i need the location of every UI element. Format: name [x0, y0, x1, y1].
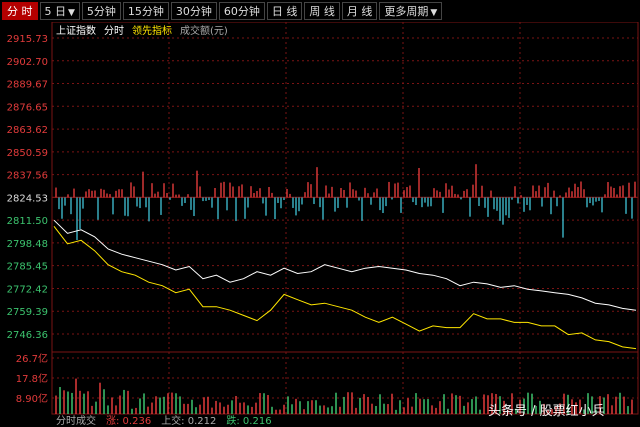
period-tab-7[interactable]: 周 线	[304, 2, 340, 20]
period-tab-9[interactable]: 更多周期 ▼	[379, 2, 443, 20]
period-tab-3[interactable]: 15分钟	[122, 2, 169, 20]
chart-frame	[51, 22, 639, 415]
leading-indicator-bars	[55, 164, 636, 241]
period-tab-label: 5 日	[44, 5, 67, 18]
price-tick-label: 2785.45	[7, 262, 48, 273]
period-toolbar: 分 时5 日 ▼ 5分钟 15分钟 30分钟 60分钟日 线周 线月 线更多周期 ▼	[0, 0, 640, 22]
bottom-info: 分时成交 涨: 0.236 上交: 0.212 跌: 0.216	[56, 412, 272, 427]
watermark: 头条号 / 股票红小兵	[488, 404, 605, 419]
price-tick-label: 2850.59	[7, 148, 48, 159]
price-tick-label: 2837.56	[7, 171, 48, 182]
price-tick-label: 2772.42	[7, 284, 48, 295]
price-lines	[53, 219, 637, 350]
price-axis-labels: 2915.73 2902.70 2889.67 2876.65 2863.62 2850.…	[7, 34, 48, 341]
dropdown-arrow-icon: ▼	[430, 8, 438, 18]
period-tab-label: 周 线	[309, 5, 335, 18]
price-tick-label: 2759.39	[7, 307, 48, 318]
volume-axis-labels: 26.7亿 17.8亿 8.90亿	[16, 352, 48, 405]
volume-tick-label: 17.8亿	[16, 372, 48, 385]
price-tick-label: 2915.73	[7, 34, 48, 45]
price-tick-label: 2798.48	[7, 239, 48, 250]
trade-info-d: 跌: 0.216	[226, 416, 272, 427]
average-line	[53, 225, 637, 350]
period-tab-4[interactable]: 30分钟	[170, 2, 217, 20]
chart-grid	[51, 22, 639, 415]
price-tick-label: 2746.36	[7, 330, 48, 341]
period-tab-2[interactable]: 5分钟	[81, 2, 121, 20]
trade-info-a: 分时成交	[56, 416, 96, 427]
price-tick-label: 2863.62	[7, 125, 48, 136]
period-tab-5[interactable]: 60分钟	[218, 2, 265, 20]
period-tab-1[interactable]: 5 日 ▼	[39, 2, 80, 20]
price-tick-label: 2824.53	[7, 193, 48, 204]
period-tab-label: 5分钟	[86, 5, 116, 18]
price-tick-label: 2811.50	[7, 216, 48, 227]
price-tick-label: 2902.70	[7, 57, 48, 68]
period-tab-label: 更多周期	[384, 5, 429, 18]
period-tab-label: 分 时	[7, 5, 33, 18]
price-tick-label: 2876.65	[7, 102, 48, 113]
intraday-chart: 2915.73 2902.70 2889.67 2876.65 2863.62 2850.…	[7, 22, 639, 415]
trade-info-c: 上交: 0.212	[161, 416, 217, 427]
volume-tick-label: 26.7亿	[16, 352, 48, 365]
period-tab-label: 日 线	[271, 5, 298, 18]
period-tab-label: 月 线	[346, 5, 373, 18]
period-tab-6[interactable]: 日 线	[266, 2, 303, 20]
period-tab-0[interactable]: 分 时	[2, 2, 38, 20]
period-tab-label: 60分钟	[223, 5, 260, 18]
period-tab-8[interactable]: 月 线	[341, 2, 378, 20]
period-tab-label: 15分钟	[127, 5, 164, 18]
volume-tick-label: 8.90亿	[16, 392, 48, 405]
trade-info-b: 涨: 0.236	[106, 416, 152, 427]
dropdown-arrow-icon: ▼	[68, 8, 75, 18]
period-tab-label: 30分钟	[175, 5, 212, 18]
price-tick-label: 2889.67	[7, 80, 48, 91]
